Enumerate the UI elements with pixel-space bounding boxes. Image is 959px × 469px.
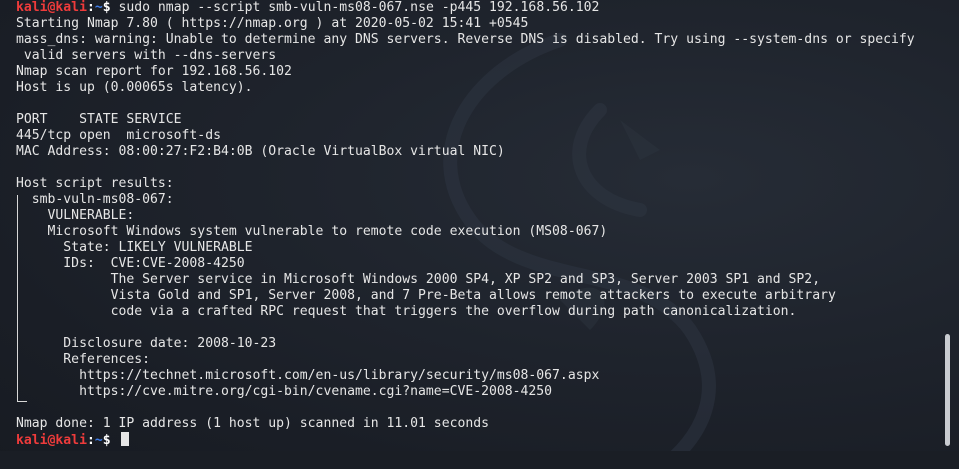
output-blank [16, 96, 915, 112]
output-description-2: Vista Gold and SP1, Server 2008, and 7 P… [16, 288, 836, 303]
prompt-symbol: $ [102, 433, 111, 448]
prompt-user: kali@kali [16, 433, 87, 448]
prompt-path: ~ [94, 433, 103, 448]
terminal-output[interactable]: kali@kali:~$ sudo nmap --script smb-vuln… [16, 0, 915, 448]
output-state: State: LIKELY VULNERABLE [16, 240, 253, 255]
output-port-header: PORT STATE SERVICE [16, 112, 182, 127]
output-ids: IDs: CVE:CVE-2008-4250 [16, 256, 245, 271]
output-starting: Starting Nmap 7.80 ( https://nmap.org ) … [16, 16, 529, 31]
output-vuln-title: Microsoft Windows system vulnerable to r… [16, 224, 608, 239]
output-script-name: smb-vuln-ms08-067: [16, 192, 174, 207]
output-host-up: Host is up (0.00065s latency). [16, 80, 253, 95]
output-blank [16, 160, 915, 176]
terminal-window[interactable]: kali@kali:~$ sudo nmap --script smb-vuln… [0, 0, 959, 469]
terminal-bottom-edge [0, 451, 959, 469]
output-dns-warning-1: mass_dns: warning: Unable to determine a… [16, 32, 915, 47]
script-results-tree-line [17, 195, 18, 402]
output-scan-report: Nmap scan report for 192.168.56.102 [16, 64, 292, 79]
text-cursor [120, 432, 129, 446]
output-reference-link-1[interactable]: https://technet.microsoft.com/en-us/libr… [16, 368, 915, 384]
output-vulnerable: VULNERABLE: [16, 208, 135, 223]
output-reference-link-2[interactable]: https://cve.mitre.org/cgi-bin/cvename.cg… [16, 384, 915, 400]
prompt-separator: : [86, 433, 95, 448]
command-text: sudo nmap --script smb-vuln-ms08-067.nse… [110, 0, 600, 15]
output-references: References: [16, 352, 151, 367]
prompt-user: kali@kali [16, 0, 87, 15]
output-description-1: The Server service in Microsoft Windows … [16, 272, 821, 287]
output-disclosure-date: Disclosure date: 2008-10-23 [16, 336, 277, 351]
prompt-symbol: $ [102, 0, 111, 15]
prompt-line[interactable]: kali@kali:~$ [16, 432, 915, 448]
output-blank [16, 400, 915, 416]
prompt-separator: : [86, 0, 95, 15]
script-results-tree-end [17, 401, 27, 402]
output-port-row: 445/tcp open microsoft-ds [16, 128, 221, 143]
output-host-script-results: Host script results: [16, 176, 174, 191]
output-dns-warning-2: valid servers with --dns-servers [16, 48, 277, 63]
output-description-3: code via a crafted RPC request that trig… [16, 304, 797, 319]
output-blank [16, 320, 915, 336]
output-nmap-done: Nmap done: 1 IP address (1 host up) scan… [16, 416, 489, 431]
prompt-path: ~ [94, 0, 103, 15]
command-line: kali@kali:~$ sudo nmap --script smb-vuln… [16, 0, 915, 16]
output-mac-address: MAC Address: 08:00:27:F2:B4:0B (Oracle V… [16, 144, 505, 159]
scrollbar-thumb[interactable] [945, 334, 950, 446]
